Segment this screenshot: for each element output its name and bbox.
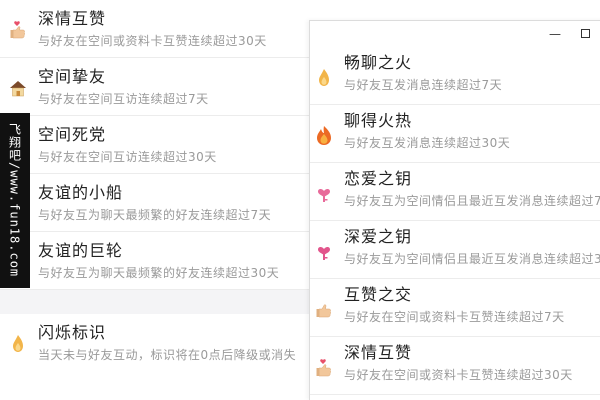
- maximize-icon: [580, 29, 590, 38]
- badge-description: 当天未与好友互动，标识将在0点后降级或消失: [38, 348, 297, 362]
- badge-window: — 畅聊之火 与好友互发消息连续超过7天 聊得火热 与好友互发消息连续超过30天: [309, 20, 600, 400]
- badge-description: 与好友互发消息连续超过7天: [344, 78, 503, 92]
- badge-description: 与好友互发消息连续超过30天: [344, 136, 511, 150]
- list-item[interactable]: 互赞之交 与好友在空间或资料卡互赞连续超过7天: [310, 279, 600, 337]
- thumbs-up-icon: [316, 304, 331, 318]
- list-item[interactable]: 友谊的巨轮 与好友互为聊天最频繁的好友连续超过30天: [0, 232, 310, 290]
- badge-description: 与好友互为空间情侣且最近互发消息连续超过30天: [344, 252, 600, 266]
- badge-title: 聊得火热: [344, 111, 413, 130]
- list-item[interactable]: 友谊的小船 与好友互为聊天最频繁的好友连续超过7天: [0, 174, 310, 232]
- list-item[interactable]: 恋爱之钥 与好友互为空间情侣且最近互发消息连续超过7天: [310, 163, 600, 221]
- list-item[interactable]: 聊得火热 与好友互发消息连续超过30天: [310, 105, 600, 163]
- left-badge-list: 深情互赞 与好友在空间或资料卡互赞连续超过30天 空间挚友 与好友在空间互访连续…: [0, 0, 310, 290]
- left-badge-panel: 深情互赞 与好友在空间或资料卡互赞连续超过30天 空间挚友 与好友在空间互访连续…: [0, 0, 310, 400]
- big-flame-icon: [317, 126, 331, 145]
- badge-title: 深情互赞: [38, 9, 107, 28]
- house-icon: [10, 81, 26, 97]
- badge-description: 与好友在空间或资料卡互赞连续超过30天: [344, 368, 573, 382]
- small-flame-icon: [319, 69, 329, 86]
- list-item[interactable]: 空间挚友 与好友在空间互访连续超过7天: [0, 58, 310, 116]
- list-item[interactable]: 空间死党 与好友在空间互访连续超过30天: [0, 116, 310, 174]
- badge-title: 畅聊之火: [344, 53, 413, 72]
- thumbs-up-heart-icon: [10, 21, 25, 39]
- pink-key-icon: [318, 188, 330, 202]
- window-titlebar: —: [310, 21, 600, 47]
- badge-title: 闪烁标识: [38, 323, 107, 342]
- list-item[interactable]: 深爱之钥 与好友互为空间情侣且最近互发消息连续超过30天: [310, 221, 600, 279]
- badge-description: 与好友互为聊天最频繁的好友连续超过7天: [38, 208, 272, 222]
- badge-description: 与好友在空间互访连续超过30天: [38, 150, 217, 164]
- list-item[interactable]: 畅聊之火 与好友互发消息连续超过7天: [310, 47, 600, 105]
- status-legend-item[interactable]: 闪烁标识 当天未与好友互动，标识将在0点后降级或消失: [0, 314, 310, 394]
- list-item[interactable]: 深情互赞 与好友在空间或资料卡互赞连续超过30天: [0, 0, 310, 58]
- minimize-button[interactable]: —: [546, 25, 564, 43]
- list-item[interactable]: 深情互赞 与好友在空间或资料卡互赞连续超过30天: [310, 337, 600, 395]
- section-divider: [0, 290, 310, 314]
- badge-description: 与好友互为空间情侣且最近互发消息连续超过7天: [344, 194, 600, 208]
- pink-key-icon: [318, 246, 330, 260]
- badge-title: 恋爱之钥: [344, 169, 413, 188]
- badge-title: 空间挚友: [38, 67, 107, 86]
- badge-title: 互赞之交: [344, 285, 413, 304]
- watermark-strip: 飞翔吧/www.fun18.com: [0, 113, 30, 288]
- badge-title: 深爱之钥: [344, 227, 413, 246]
- badge-description: 与好友在空间或资料卡互赞连续超过7天: [344, 310, 565, 324]
- badge-description: 与好友在空间互访连续超过7天: [38, 92, 209, 106]
- thumbs-up-heart-icon: [316, 359, 331, 377]
- small-flame-icon: [13, 335, 23, 352]
- badge-title: 深情互赞: [344, 343, 413, 362]
- screenshot-stage: 深情互赞 与好友在空间或资料卡互赞连续超过30天 空间挚友 与好友在空间互访连续…: [0, 0, 600, 400]
- badge-title: 空间死党: [38, 125, 107, 144]
- badge-title: 友谊的小船: [38, 183, 124, 202]
- right-badge-list: 畅聊之火 与好友互发消息连续超过7天 聊得火热 与好友互发消息连续超过30天 恋…: [310, 47, 600, 395]
- badge-description: 与好友在空间或资料卡互赞连续超过30天: [38, 34, 267, 48]
- watermark-text: 飞翔吧/www.fun18.com: [7, 123, 22, 278]
- badge-title: 友谊的巨轮: [38, 241, 124, 260]
- maximize-button[interactable]: [576, 25, 594, 43]
- badge-description: 与好友互为聊天最频繁的好友连续超过30天: [38, 266, 280, 280]
